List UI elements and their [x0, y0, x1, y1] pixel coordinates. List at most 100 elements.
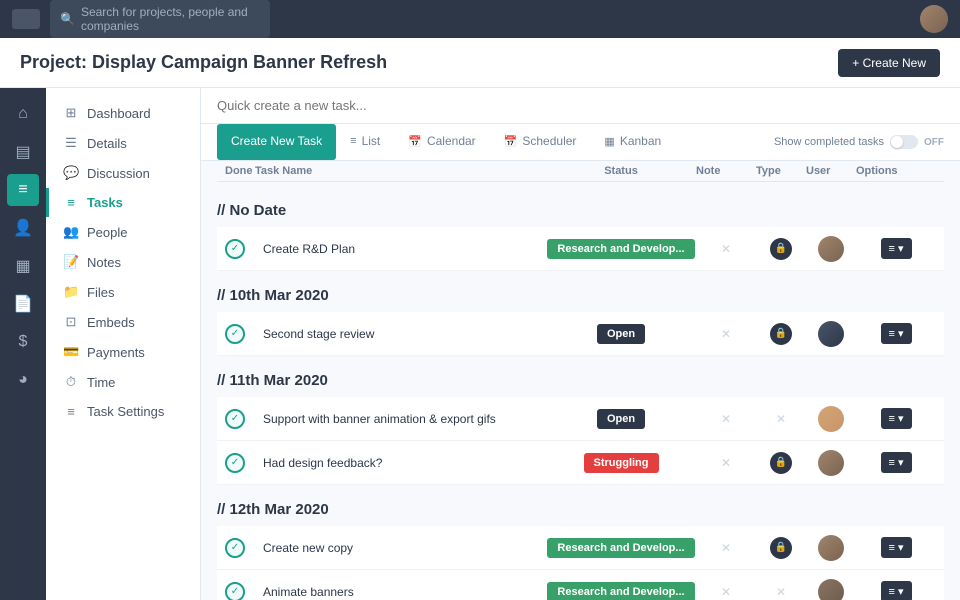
user-cell [806, 450, 856, 476]
toggle-state-label: OFF [924, 137, 944, 148]
status-cell: Research and Develop... [546, 538, 696, 558]
user-avatar[interactable] [920, 5, 948, 33]
sidebar-item-time[interactable]: ⏱ Time [46, 367, 200, 397]
task-avatar[interactable] [818, 406, 844, 432]
sidebar-item-details[interactable]: ☰ Details [46, 128, 200, 158]
tasks-icon: ≡ [63, 195, 79, 210]
create-new-button[interactable]: + Create New [838, 49, 940, 77]
tab-calendar[interactable]: 📅 Calendar [394, 124, 489, 160]
remove-icon[interactable]: ✕ [721, 412, 731, 426]
remove-icon[interactable]: ✕ [721, 541, 731, 555]
options-menu-button[interactable]: ≡ ▾ [881, 323, 912, 344]
status-cell: Struggling [546, 453, 696, 473]
table-row: ✓ Support with banner animation & export… [217, 397, 944, 441]
lock-icon[interactable]: 🔒 [770, 452, 792, 474]
task-avatar[interactable] [818, 579, 844, 600]
tab-label: Scheduler [522, 134, 576, 148]
sidebar-item-label: Notes [87, 255, 121, 270]
note-cell: ✕ [696, 585, 756, 599]
task-checkbox[interactable]: ✓ [225, 239, 245, 259]
sidebar-item-label: Tasks [87, 195, 123, 210]
sidebar-icon-layout[interactable]: ▤ [7, 136, 39, 168]
task-avatar[interactable] [818, 535, 844, 561]
sidebar-item-payments[interactable]: 💳 Payments [46, 337, 200, 367]
sidebar-icon-list[interactable]: ≡ [7, 174, 39, 206]
show-completed-toggle[interactable]: Show completed tasks OFF [774, 135, 944, 149]
col-user: User [806, 165, 856, 177]
sidebar-item-task-settings[interactable]: ≡ Task Settings [46, 397, 200, 426]
sidebar-icon-file[interactable]: 📄 [7, 288, 39, 320]
table-row: ✓ Second stage review Open ✕ 🔒 ≡ ▾ [217, 312, 944, 356]
options-menu-button[interactable]: ≡ ▾ [881, 537, 912, 558]
lock-icon[interactable]: 🔒 [770, 323, 792, 345]
note-cell: ✕ [696, 541, 756, 555]
task-checkbox[interactable]: ✓ [225, 324, 245, 344]
options-menu-button[interactable]: ≡ ▾ [881, 452, 912, 473]
col-done: Done [225, 165, 255, 177]
status-cell: Research and Develop... [546, 582, 696, 600]
status-badge[interactable]: Open [597, 409, 645, 429]
toggle-switch[interactable] [890, 135, 918, 149]
sidebar-item-people[interactable]: 👥 People [46, 217, 200, 247]
options-cell: ≡ ▾ [856, 408, 936, 429]
sidebar-item-label: Dashboard [87, 106, 151, 121]
sidebar-icon-person[interactable]: 👤 [7, 212, 39, 244]
people-icon: 👥 [63, 224, 79, 240]
status-badge[interactable]: Research and Develop... [547, 239, 694, 259]
task-avatar[interactable] [818, 236, 844, 262]
tab-kanban[interactable]: ▦ Kanban [590, 124, 675, 160]
note-cell: ✕ [696, 327, 756, 341]
task-avatar[interactable] [818, 450, 844, 476]
lock-icon[interactable]: 🔒 [770, 537, 792, 559]
remove-icon[interactable]: ✕ [721, 456, 731, 470]
kanban-tab-icon: ▦ [604, 135, 614, 148]
task-checkbox[interactable]: ✓ [225, 582, 245, 600]
status-badge[interactable]: Struggling [584, 453, 659, 473]
tab-scheduler[interactable]: 📅 Scheduler [490, 124, 591, 160]
remove-icon[interactable]: ✕ [721, 242, 731, 256]
status-badge[interactable]: Research and Develop... [547, 582, 694, 600]
tab-label: Calendar [427, 134, 476, 148]
options-menu-button[interactable]: ≡ ▾ [881, 581, 912, 600]
sidebar-item-notes[interactable]: 📝 Notes [46, 247, 200, 277]
tab-list[interactable]: ≡ List [336, 124, 394, 160]
remove-icon[interactable]: ✕ [721, 327, 731, 341]
search-bar[interactable]: 🔍 Search for projects, people and compan… [50, 0, 270, 38]
column-headers: Done Task Name Status Note Type User Opt… [217, 161, 944, 182]
sidebar-icon-dollar[interactable]: $ [7, 326, 39, 358]
status-badge[interactable]: Research and Develop... [547, 538, 694, 558]
sidebar-item-label: Payments [87, 345, 145, 360]
lock-icon[interactable]: 🔒 [770, 238, 792, 260]
show-completed-label: Show completed tasks [774, 136, 884, 148]
quick-create-input[interactable] [217, 98, 944, 113]
sidebar-icon-home[interactable]: ⌂ [7, 98, 39, 130]
task-checkbox[interactable]: ✓ [225, 453, 245, 473]
sidebar-item-discussion[interactable]: 💬 Discussion [46, 158, 200, 188]
remove-icon[interactable]: ✕ [721, 585, 731, 599]
note-cell: ✕ [696, 242, 756, 256]
sidebar-item-files[interactable]: 📁 Files [46, 277, 200, 307]
options-menu-button[interactable]: ≡ ▾ [881, 408, 912, 429]
sidebar-icon-pie[interactable]: ◕ [7, 364, 39, 396]
quick-create-bar [201, 88, 960, 124]
task-checkbox[interactable]: ✓ [225, 538, 245, 558]
no-lock-placeholder: ✕ [776, 585, 786, 599]
sidebar-item-embeds[interactable]: ⊡ Embeds [46, 307, 200, 337]
sidebar-icon-chart[interactable]: ▦ [7, 250, 39, 282]
task-avatar[interactable] [818, 321, 844, 347]
files-icon: 📁 [63, 284, 79, 300]
sidebar-item-label: Discussion [87, 166, 150, 181]
status-badge[interactable]: Open [597, 324, 645, 344]
type-cell: 🔒 [756, 537, 806, 559]
sidebar-item-dashboard[interactable]: ⊞ Dashboard [46, 98, 200, 128]
task-checkbox[interactable]: ✓ [225, 409, 245, 429]
options-menu-button[interactable]: ≡ ▾ [881, 238, 912, 259]
sidebar-item-label: Task Settings [87, 404, 164, 419]
sidebar-item-tasks[interactable]: ≡ Tasks [46, 188, 200, 217]
options-cell: ≡ ▾ [856, 452, 936, 473]
tab-create-new-task[interactable]: Create New Task [217, 124, 336, 160]
type-cell: ✕ [756, 585, 806, 599]
task-name-cell: Had design feedback? [255, 456, 546, 470]
status-cell: Open [546, 324, 696, 344]
search-placeholder: Search for projects, people and companie… [81, 5, 260, 33]
